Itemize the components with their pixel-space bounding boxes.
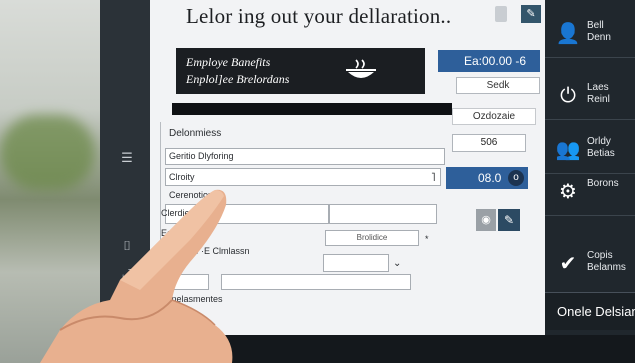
expand-icon[interactable]: ⤢ [120,268,134,282]
sidebar-item-label: Laes Reinl [587,82,610,105]
person-bag-icon: 👤 [555,21,581,45]
section-header-bar [172,103,452,115]
sidebar-item-1[interactable]: ⏻ Laes Reinl [545,70,635,120]
value-field-506[interactable]: 506 [452,134,526,152]
row3-label: Cerenotion [169,190,214,200]
sidebar-item-label: Bell Denn [587,20,611,43]
date-field[interactable]: Ea:00.00 -6 [438,50,540,72]
sidebar-item-label: Orldy Betias [587,136,615,159]
row5-button[interactable]: Brolidice [325,230,419,246]
row4-label: Clerdiew [161,208,197,218]
bottom-label: Conelasmentes [160,294,223,304]
bracket-icon[interactable]: ⌷ [120,240,134,254]
row4-field-b[interactable] [329,204,437,224]
pencil-icon[interactable]: ✎ [521,5,541,23]
row6-field[interactable] [323,254,389,272]
sidebar-item-0[interactable]: 👤 Bell Denn [545,8,635,58]
row2-field[interactable] [165,168,441,186]
user-group-icon: 👥 [555,137,581,161]
window-control[interactable] [495,6,507,22]
edit-controls: ◉ ✎ [476,209,520,231]
row6-dropdown-icon[interactable]: ⌄ [393,258,401,269]
row5-marker: * [425,234,429,244]
page-title: Lelor ing out your dellaration.. [186,4,452,28]
gear-icon: ⚙ [559,179,577,203]
banner-title: Employe Banefits [186,55,271,69]
row1-label: Geritio Dlyforing [169,151,234,161]
sidebar-item-label: Copis Belanms [587,250,626,273]
status-field: Ozdozaie [452,108,536,125]
sedk-field[interactable]: Sedk [456,77,540,94]
monitor-base [150,335,635,363]
row2-label: Clroity [169,172,195,182]
tag-icon[interactable]: ◉ [476,209,496,231]
row2-marker: ˥ [431,170,436,184]
background-plant [0,115,95,190]
menu-icon[interactable]: ☰ [120,152,134,166]
row5-label: Eo [161,228,173,238]
value-field-080[interactable]: 08.0 o [446,167,528,189]
form-area: Delonmiess Geritio Dlyforing Clroity ˥ C… [160,122,445,292]
sidebar-item-label: Borons [587,178,619,189]
sidebar: 👤 Bell Denn ⏻ Laes Reinl 👥 Orldy Betias … [545,0,635,335]
sidebar-item-4[interactable]: ✔ Copis Belanms [545,238,635,288]
checkmark-icon: ✔ [559,251,577,275]
benefits-banner: Employe Banefits Enplol]ee Brelordans [176,48,425,94]
circle-icon[interactable]: o [508,170,524,186]
pencil-icon[interactable]: ✎ [498,209,520,231]
value-080-text: 08.0 [478,171,502,185]
section-label: Delonmiess [169,128,222,139]
row7-field-a[interactable] [165,274,209,290]
bowl-icon [342,56,380,86]
row7-field-b[interactable] [221,274,411,290]
sidebar-bottom-button[interactable]: Onele Delsian [545,292,635,330]
banner-subtitle: Enplol]ee Brelordans [186,72,290,86]
power-icon: ⏻ [560,83,576,107]
sidebar-item-3[interactable]: ⚙ Borons [545,166,635,216]
row5-sublabel: 7me ·E Clmlassn [181,246,250,256]
